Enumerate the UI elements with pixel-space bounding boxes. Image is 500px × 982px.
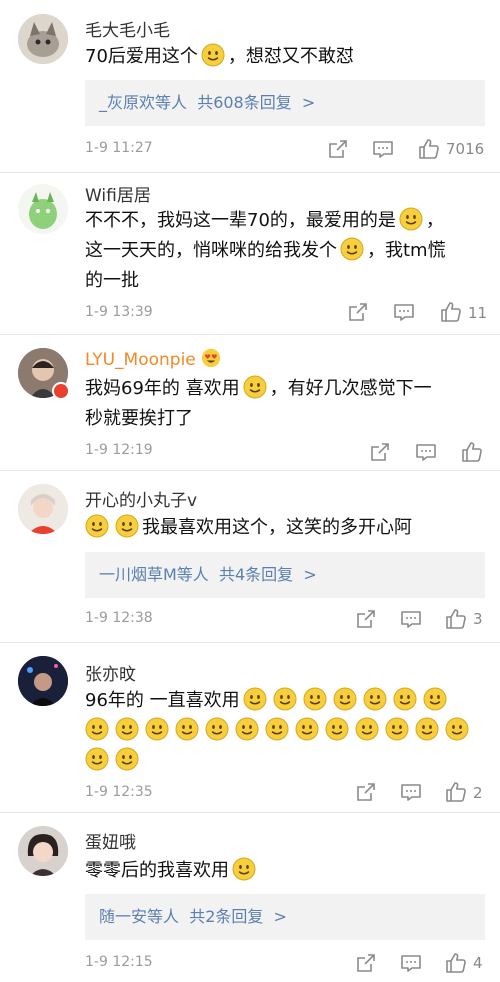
- like-icon[interactable]: [460, 440, 484, 464]
- like-icon[interactable]: [439, 300, 463, 324]
- username[interactable]: Wifi居居: [85, 181, 151, 206]
- share-icon[interactable]: [368, 440, 392, 464]
- smiley-emoji: [265, 717, 289, 741]
- share-icon[interactable]: [354, 951, 378, 975]
- like-count: 3: [473, 610, 483, 628]
- like-icon[interactable]: [444, 780, 468, 804]
- like-count: 4: [473, 954, 483, 972]
- comment-text: 我妈69年的 喜欢用 ，有好几次感觉下一 秒就要挨打了: [85, 374, 485, 434]
- smiley-emoji: [399, 207, 423, 231]
- smiley-emoji: [393, 687, 417, 711]
- username[interactable]: 毛大毛小毛: [85, 16, 170, 41]
- reply-summary[interactable]: _灰原欢等人 共608条回复 >: [85, 80, 485, 126]
- reply-summary[interactable]: 一川烟草M等人 共4条回复 >: [85, 552, 485, 598]
- username[interactable]: 开心的小丸子v: [85, 486, 197, 511]
- comment-text: 96年的 一直喜欢用: [85, 686, 485, 776]
- smiley-emoji: [205, 717, 229, 741]
- username[interactable]: 张亦旼: [85, 660, 136, 685]
- smiley-emoji: [85, 747, 109, 771]
- smiley-emoji: [423, 687, 447, 711]
- timestamp: 1-9 11:27: [85, 140, 153, 156]
- avatar[interactable]: [18, 484, 68, 534]
- smiley-emoji: [235, 717, 259, 741]
- emoji-group: [85, 720, 472, 741]
- share-icon[interactable]: [346, 300, 370, 324]
- smiley-emoji: [232, 857, 256, 881]
- comment-text: 70后爱用这个 ，想怼又不敢怼: [85, 42, 485, 72]
- smiley-emoji: [201, 43, 225, 67]
- username[interactable]: LYU_Moonpie: [85, 348, 221, 370]
- comment-item: 蛋妞哦 零零后的我喜欢用 随一安等人 共2条回复 > 1-9 12:15 4: [0, 812, 500, 982]
- smiley-emoji: [340, 237, 364, 261]
- like-count: 7016: [446, 140, 485, 158]
- comment-item: 开心的小丸子v 我最喜欢用这个，这笑的多开心阿 一川烟草M等人 共4条回复 > …: [0, 470, 500, 642]
- comment-icon[interactable]: [392, 300, 416, 324]
- emoji-group: [85, 750, 142, 771]
- comment-item: 毛大毛小毛 70后爱用这个 ，想怼又不敢怼 _灰原欢等人 共608条回复 > 1-…: [0, 0, 500, 172]
- smiley-emoji: [445, 717, 469, 741]
- emoji-group: [240, 690, 450, 711]
- share-icon[interactable]: [354, 780, 378, 804]
- smiley-emoji: [243, 375, 267, 399]
- comment-icon[interactable]: [399, 780, 423, 804]
- avatar[interactable]: [18, 184, 68, 234]
- smiley-emoji: [385, 717, 409, 741]
- like-icon[interactable]: [444, 607, 468, 631]
- share-icon[interactable]: [326, 137, 350, 161]
- comment-icon[interactable]: [399, 951, 423, 975]
- verified-badge: [52, 382, 70, 400]
- timestamp: 1-9 12:19: [85, 442, 153, 458]
- like-icon[interactable]: [444, 951, 468, 975]
- smiley-emoji: [355, 717, 379, 741]
- timestamp: 1-9 13:39: [85, 304, 153, 320]
- avatar[interactable]: [18, 656, 68, 706]
- smiley-emoji: [115, 514, 139, 538]
- comment-text: 我最喜欢用这个，这笑的多开心阿: [85, 513, 485, 543]
- smiley-emoji: [85, 717, 109, 741]
- comment-text: 零零后的我喜欢用: [85, 856, 485, 886]
- share-icon[interactable]: [354, 607, 378, 631]
- smiley-emoji: [415, 717, 439, 741]
- heart-eyes-emoji: [201, 348, 221, 368]
- reply-summary[interactable]: 随一安等人 共2条回复 >: [85, 894, 485, 940]
- comment-icon[interactable]: [414, 440, 438, 464]
- smiley-emoji: [243, 687, 267, 711]
- smiley-emoji: [325, 717, 349, 741]
- like-count: 11: [468, 304, 488, 322]
- smiley-emoji: [115, 717, 139, 741]
- smiley-emoji: [145, 717, 169, 741]
- comment-icon[interactable]: [371, 137, 395, 161]
- smiley-emoji: [85, 514, 109, 538]
- comment-icon[interactable]: [399, 607, 423, 631]
- like-icon[interactable]: [417, 137, 441, 161]
- smiley-emoji: [273, 687, 297, 711]
- timestamp: 1-9 12:38: [85, 610, 153, 626]
- username[interactable]: 蛋妞哦: [85, 828, 136, 853]
- timestamp: 1-9 12:35: [85, 784, 153, 800]
- timestamp: 1-9 12:15: [85, 954, 153, 970]
- comment-item: LYU_Moonpie 我妈69年的 喜欢用 ，有好几次感觉下一 秒就要挨打了 1…: [0, 334, 500, 470]
- avatar[interactable]: [18, 826, 68, 876]
- like-count: 2: [473, 784, 483, 802]
- smiley-emoji: [303, 687, 327, 711]
- smiley-emoji: [175, 717, 199, 741]
- avatar[interactable]: [18, 14, 68, 64]
- smiley-emoji: [115, 747, 139, 771]
- comment-item: Wifi居居 不不不，我妈这一辈70的，最爱用的是， 这一天天的，悄咪咪的给我发…: [0, 172, 500, 334]
- comment-item: 张亦旼 96年的 一直喜欢用 1-9 12:35 2: [0, 642, 500, 812]
- smiley-emoji: [295, 717, 319, 741]
- smiley-emoji: [333, 687, 357, 711]
- smiley-emoji: [363, 687, 387, 711]
- comment-text: 不不不，我妈这一辈70的，最爱用的是， 这一天天的，悄咪咪的给我发个 ，我tm慌 …: [85, 206, 485, 296]
